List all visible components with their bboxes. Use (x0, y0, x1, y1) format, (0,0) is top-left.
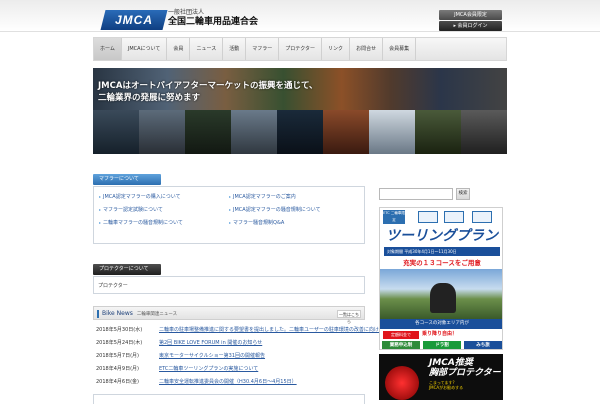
nav-item-muffler[interactable]: マフラー (246, 38, 280, 60)
muffler-link[interactable]: JMCA認定マフラーのご案内 (229, 193, 296, 200)
protector-banner-title: JMCA推奨 胸部プロテクター (429, 358, 501, 378)
area-text: 各コースの対象エリア内が (380, 319, 502, 329)
muffler-link[interactable]: マフラー騒音規制Q&A (229, 219, 284, 226)
muffler-link[interactable]: マフラー認定試験について (99, 206, 163, 213)
banner-tile: 業務申込制 (382, 341, 420, 349)
hero-photo (185, 110, 231, 154)
muffler-link[interactable]: JMCA認定マフラーの購入について (99, 193, 181, 200)
org-name: 全国二輪車用品連合会 (168, 17, 259, 27)
protector-section-tab[interactable]: プロテクターについて (93, 264, 161, 275)
hero-photo (415, 110, 461, 154)
news-link[interactable]: 二輪車安全運転推進委員会の開催（H30.4月6日〜4月15日） (159, 379, 297, 385)
period-value: 平成30年4月1日～11月30日 (404, 249, 457, 254)
expressway-logo-icon (418, 211, 438, 223)
nav-item-recruit[interactable]: 会員募集 (383, 38, 417, 60)
search-button[interactable]: 検索 (456, 188, 470, 200)
bike-news-title: Bike News 二輪車関連ニュース (102, 310, 177, 317)
news-row: 2018年4月9日(月) ETC二輪車ツーリングプランの実施について (96, 365, 258, 372)
hero-photo (93, 110, 139, 154)
etc-touring-plan-banner[interactable]: ETC 二輪車限定 ツーリングプラン 対象期間 平成30年4月1日～11月30日… (379, 207, 503, 350)
news-date: 2018年4月6日(金) (96, 379, 139, 385)
nav-item-about[interactable]: JMCAについて (122, 38, 168, 60)
news-link[interactable]: 第2回 BIKE LOVE FORUM in 開催のお知らせ (159, 340, 262, 346)
news-link[interactable]: ETC二輪車ツーリングプランの実施について (159, 366, 258, 372)
touring-plan-title: ツーリングプラン (386, 228, 498, 244)
etc-label: ETC 二輪車限定 (383, 210, 405, 224)
nav-item-home[interactable]: ホーム (94, 38, 122, 60)
news-row: 2018年5月24日(木) 第2回 BIKE LOVE FORUM in 開催のお… (96, 339, 262, 346)
global-nav: ホーム JMCAについて 会員 ニュース 活動 マフラー プロテクター リンク … (93, 37, 507, 61)
nav-item-links[interactable]: リンク (322, 38, 351, 60)
news-date: 2018年5月30日(水) (96, 327, 143, 333)
nav-item-contact[interactable]: お問合せ (350, 38, 384, 60)
nav-item-news[interactable]: ニュース (190, 38, 224, 60)
jmca-protector-banner[interactable]: JMCA推奨 胸部プロテクター こまってます? JMCAがお勧めする (379, 354, 503, 400)
muffler-section-tab[interactable]: マフラーについて (93, 174, 161, 185)
hero-photo (323, 110, 369, 154)
rider-photo (380, 269, 502, 319)
nav-item-protector[interactable]: プロテクター (279, 38, 323, 60)
hero-tagline-line1: JMCAはオートバイアフターマーケットの振興を通じて、 (98, 81, 318, 91)
news-row: 2018年5月30日(水) 二輪車の駐車場整備推進に関する要望書を提出しました。二… (96, 326, 384, 333)
protector-box (93, 276, 365, 294)
protector-link[interactable]: プロテクター (98, 282, 128, 289)
hero-photo (231, 110, 277, 154)
banner-tile: みち旅 (464, 341, 502, 349)
bike-news-header: Bike News 二輪車関連ニュース 一覧はこちら (93, 306, 365, 324)
expressway-logo-icon (444, 211, 464, 223)
nav-item-members[interactable]: 会員 (167, 38, 191, 60)
hero-banner: JMCAはオートバイアフターマーケットの振興を通じて、 二輪業界の発展に努めます (93, 68, 507, 154)
banner-tile: ドラ割 (423, 341, 461, 349)
jmca-logo[interactable]: JMCA (100, 10, 168, 30)
period-label: 対象期間 (387, 249, 403, 254)
hero-photo (139, 110, 185, 154)
nav-item-activities[interactable]: 活動 (223, 38, 247, 60)
protector-image (385, 366, 419, 400)
muffler-link[interactable]: 二輪車マフラーの騒音規制について (99, 219, 183, 226)
protector-banner-sub: こまってます? JMCAがお勧めする (429, 380, 463, 390)
protector-title-line1: JMCA推奨 (429, 358, 473, 368)
fixed-fee-label: 定額料金で (383, 331, 419, 339)
hero-photo (369, 110, 415, 154)
expressway-logo-icon (472, 211, 492, 223)
ride-free-text: 乗り降り自由！ (422, 331, 458, 337)
news-row: 2018年5月7日(月) 東京モーターサイクルショー第31回の開催報告 (96, 352, 265, 359)
logo-text: JMCA (114, 13, 153, 27)
hero-tagline-line2: 二輪業界の発展に努めます (98, 93, 201, 103)
news-date: 2018年5月7日(月) (96, 353, 139, 359)
news-date: 2018年5月24日(木) (96, 340, 143, 346)
news-row: 2018年4月6日(金) 二輪車安全運転推進委員会の開催（H30.4月6日〜4月1… (96, 378, 297, 385)
hero-tagline: JMCAはオートバイアフターマーケットの振興を通じて、 二輪業界の発展に努めます (98, 80, 318, 104)
period-row: 対象期間 平成30年4月1日～11月30日 (384, 247, 500, 256)
news-accent-bar (97, 310, 99, 318)
courses-headline: 充実の１３コースをご用意 (403, 259, 481, 267)
member-login-button[interactable]: ▸ 会員ログイン (439, 21, 502, 31)
hero-photo (461, 110, 507, 154)
news-subtitle: 二輪車関連ニュース (136, 312, 178, 317)
muffler-link[interactable]: JMCA認定マフラーの騒音規制について (229, 206, 321, 213)
news-list-button[interactable]: 一覧はこちら (337, 310, 361, 324)
news-title-text: Bike News (102, 310, 133, 317)
member-only-label: JMCA会員限定 (439, 10, 502, 20)
protector-sub-line2: JMCAがお勧めする (429, 385, 464, 390)
top-bar (0, 0, 600, 32)
news-link[interactable]: 二輪車の駐車場整備推進に関する要望書を提出しました。二輪車ユーザーの駐車環境の改… (159, 327, 384, 333)
news-link[interactable]: 東京モーターサイクルショー第31回の開催報告 (159, 353, 265, 359)
org-type: 一般社団法人 (168, 9, 205, 16)
news-date: 2018年4月9日(月) (96, 366, 139, 372)
next-section-box (93, 394, 365, 404)
motorcycle-rider-icon (430, 283, 456, 313)
search-input[interactable] (379, 188, 453, 200)
protector-title-line2: 胸部プロテクター (429, 368, 501, 378)
hero-photo (277, 110, 323, 154)
org-name-block: 一般社団法人 全国二輪車用品連合会 (168, 10, 258, 27)
